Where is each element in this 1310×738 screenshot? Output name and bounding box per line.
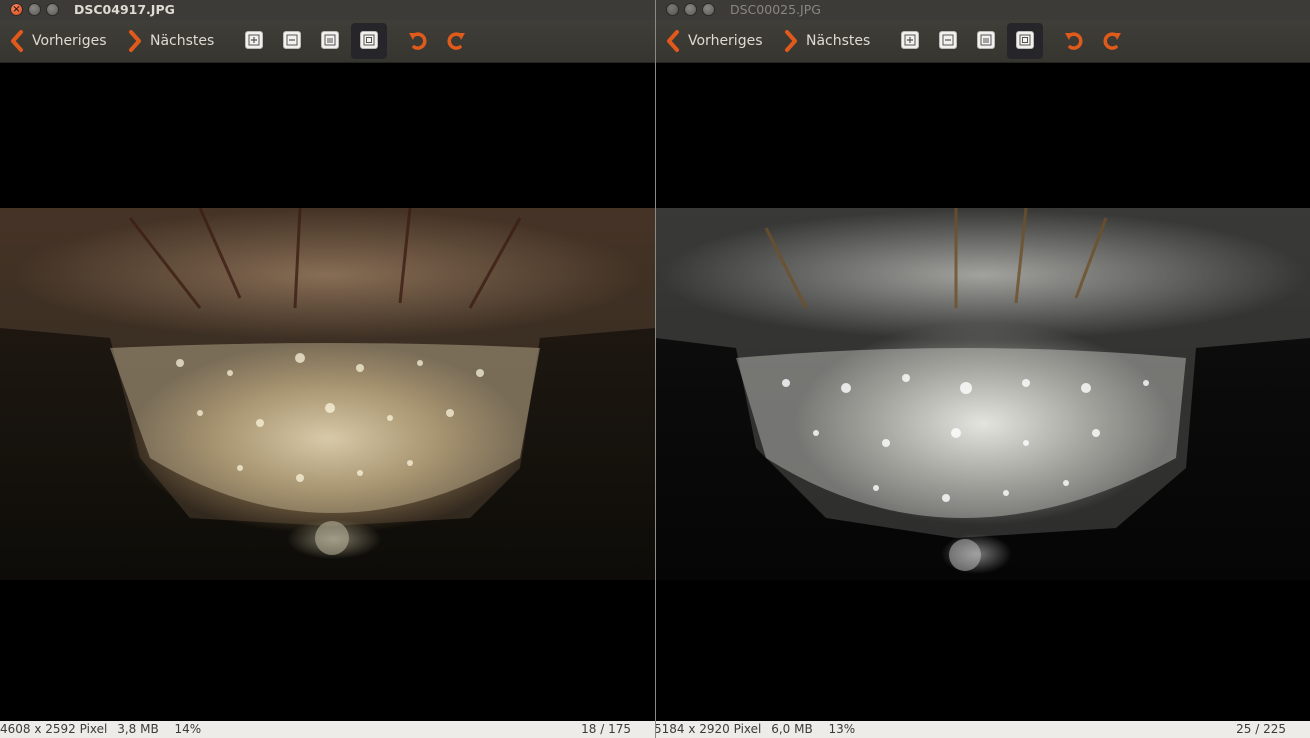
title-bar[interactable]: × DSC00025.JPG: [656, 0, 1310, 20]
zoom-level: 13%: [828, 722, 856, 736]
previous-button[interactable]: Vorheriges: [8, 28, 107, 54]
zoom-original-icon: [324, 34, 336, 46]
chevron-right-icon: [785, 30, 797, 52]
previous-button[interactable]: Vorheriges: [664, 28, 763, 54]
next-label: Nächstes: [806, 33, 871, 49]
zoom-fit-button[interactable]: [360, 31, 378, 49]
image-view[interactable]: [656, 63, 1310, 721]
chandelier-illustration: [656, 208, 1310, 571]
minimize-window-button[interactable]: [684, 3, 697, 16]
photo-chandelier: [0, 208, 655, 580]
image-dimensions: 5184 x 2920 Pixel: [656, 722, 762, 736]
rotate-right-icon[interactable]: [445, 30, 467, 52]
rotate-right-icon[interactable]: [1101, 30, 1123, 52]
image-viewer-window-left: × DSC04917.JPG Vorheriges Nächstes 4608 …: [0, 0, 655, 738]
file-size: 3,8 MB: [117, 722, 159, 736]
photo-chandelier: [656, 208, 1310, 580]
image-position: 18 / 175: [581, 722, 631, 736]
close-window-button[interactable]: ×: [10, 3, 23, 16]
status-bar: 4608 x 2592 Pixel 3,8 MB 14% 18 / 175: [0, 721, 655, 738]
previous-label: Vorheriges: [32, 33, 107, 49]
previous-label: Vorheriges: [688, 33, 763, 49]
zoom-normal-button[interactable]: [977, 31, 995, 49]
zoom-original-icon: [980, 34, 992, 46]
window-title: DSC04917.JPG: [74, 2, 175, 17]
next-label: Nächstes: [150, 33, 215, 49]
image-info: 4608 x 2592 Pixel 3,8 MB 14%: [0, 721, 207, 738]
maximize-window-button[interactable]: [702, 3, 715, 16]
rotate-left-icon[interactable]: [407, 30, 429, 52]
chandelier-illustration: [0, 208, 655, 555]
toolbar: Vorheriges Nächstes: [656, 20, 1310, 63]
toolbar: Vorheriges Nächstes: [0, 20, 655, 63]
rotate-left-icon[interactable]: [1063, 30, 1085, 52]
image-info: 5184 x 2920 Pixel 6,0 MB 13%: [656, 721, 861, 738]
zoom-level: 14%: [174, 722, 202, 736]
chevron-left-icon: [667, 30, 679, 52]
zoom-fit-button[interactable]: [1016, 31, 1034, 49]
zoom-fit-icon: [363, 34, 375, 46]
zoom-normal-button[interactable]: [321, 31, 339, 49]
maximize-window-button[interactable]: [46, 3, 59, 16]
chevron-right-icon: [129, 30, 141, 52]
zoom-out-button[interactable]: [939, 31, 957, 49]
zoom-out-icon: [286, 34, 298, 46]
zoom-in-icon: [904, 34, 916, 46]
zoom-out-button[interactable]: [283, 31, 301, 49]
file-size: 6,0 MB: [771, 722, 813, 736]
image-viewer-window-right: × DSC00025.JPG Vorheriges Nächstes: [656, 0, 1310, 738]
window-title: DSC00025.JPG: [730, 2, 821, 17]
close-window-button[interactable]: ×: [666, 3, 679, 16]
next-button[interactable]: Nächstes: [782, 28, 870, 54]
zoom-fit-icon: [1019, 34, 1031, 46]
title-bar[interactable]: × DSC04917.JPG: [0, 0, 655, 20]
next-button[interactable]: Nächstes: [126, 28, 214, 54]
image-dimensions: 4608 x 2592 Pixel: [0, 722, 108, 736]
image-position: 25 / 225: [1236, 722, 1286, 736]
zoom-in-button[interactable]: [245, 31, 263, 49]
minimize-window-button[interactable]: [28, 3, 41, 16]
chevron-left-icon: [11, 30, 23, 52]
zoom-in-button[interactable]: [901, 31, 919, 49]
zoom-out-icon: [942, 34, 954, 46]
image-view[interactable]: [0, 63, 655, 721]
status-bar: 5184 x 2920 Pixel 6,0 MB 13% 25 / 225: [656, 721, 1310, 738]
zoom-in-icon: [248, 34, 260, 46]
